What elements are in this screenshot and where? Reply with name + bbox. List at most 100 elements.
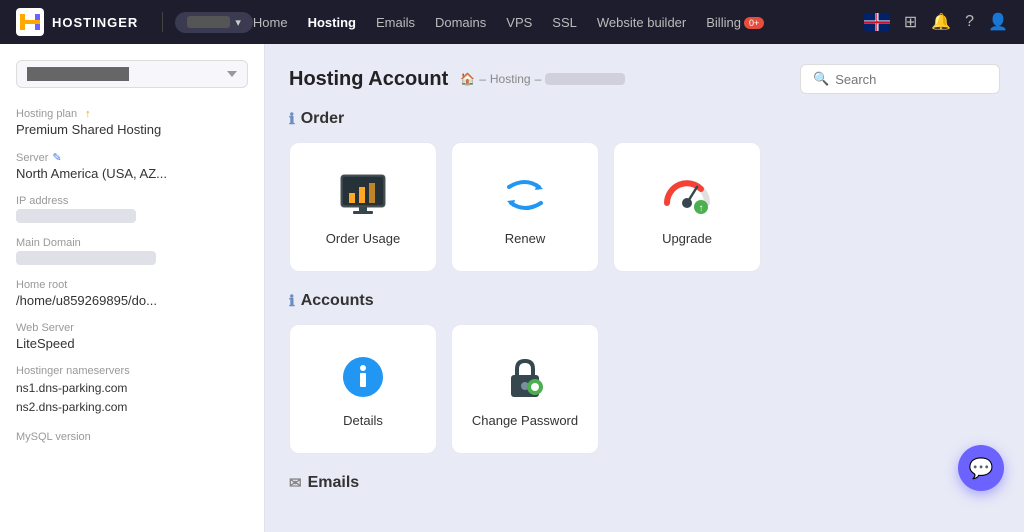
sidebar-field-homeroot: Home root /home/u859269895/do... [16,279,248,308]
details-icon [339,353,387,401]
change-password-label: Change Password [472,413,578,428]
breadcrumb-account [545,73,625,85]
order-usage-card[interactable]: Order Usage [289,142,437,272]
account-pill-text [187,16,230,28]
accounts-cards: Details [289,324,1000,454]
accounts-info-icon: ℹ [289,292,295,310]
dropdown-arrow: ▾ [235,16,241,29]
search-box[interactable]: 🔍 [800,64,1000,94]
renew-label: Renew [505,231,545,246]
hosting-select[interactable]: ████████████ [16,60,248,88]
ip-value [16,209,136,223]
search-icon: 🔍 [813,71,829,87]
accounts-title-text: Accounts [301,292,374,310]
renew-card[interactable]: Renew [451,142,599,272]
mysql-label: MySQL version [16,431,91,443]
breadcrumb: 🏠 – Hosting – [460,72,625,86]
profile-icon[interactable]: 👤 [988,12,1008,32]
sidebar-field-ip: IP address [16,195,248,223]
help-icon[interactable]: ? [965,13,974,31]
order-title-text: Order [301,110,345,128]
sidebar-field-server: Server ✎ North America (USA, AZ... [16,151,248,181]
nameservers-value: ns1.dns-parking.comns2.dns-parking.com [16,379,248,417]
breadcrumb-hosting: Hosting [490,72,531,86]
nav-domains[interactable]: Domains [435,15,486,30]
nav-website-builder[interactable]: Website builder [597,15,686,30]
details-label: Details [343,413,383,428]
page-layout: ████████████ Hosting plan ↑ Premium Shar… [0,44,1024,532]
order-usage-icon-area [337,169,389,221]
main-nav: Home Hosting Emails Domains VPS SSL Webs… [253,15,864,30]
nav-ssl[interactable]: SSL [552,15,577,30]
details-card[interactable]: Details [289,324,437,454]
server-label: Server [16,152,48,164]
sidebar-field-domain: Main Domain [16,237,248,265]
nav-vps[interactable]: VPS [506,15,532,30]
sidebar-field-webserver: Web Server LiteSpeed [16,322,248,351]
nameservers-label: Hostinger nameservers [16,365,130,377]
account-selector[interactable]: ▾ [175,12,253,33]
sidebar: ████████████ Hosting plan ↑ Premium Shar… [0,44,265,532]
change-password-card[interactable]: Change Password [451,324,599,454]
breadcrumb-sep1: – [479,72,486,86]
page-title: Hosting Account [289,68,448,91]
hosting-plan-label: Hosting plan [16,108,77,120]
upgrade-icon: ↑ [661,171,713,219]
domain-value [16,251,156,265]
domain-label: Main Domain [16,237,81,249]
logo[interactable]: HOSTINGER [16,8,138,36]
details-icon-area [337,351,389,403]
search-input[interactable] [835,72,987,87]
homeroot-label: Home root [16,279,67,291]
sidebar-field-hosting-plan: Hosting plan ↑ Premium Shared Hosting [16,108,248,137]
upgrade-card[interactable]: ↑ Upgrade [613,142,761,272]
order-info-icon: ℹ [289,110,295,128]
order-usage-icon [337,173,389,217]
logo-text: HOSTINGER [52,15,138,30]
notification-icon[interactable]: 🔔 [931,12,951,32]
nav-billing[interactable]: Billing0+ [706,15,764,30]
breadcrumb-sep2: – [535,72,542,86]
webserver-value: LiteSpeed [16,336,248,351]
emails-title-text: Emails [308,474,360,492]
sidebar-field-nameservers: Hostinger nameservers ns1.dns-parking.co… [16,365,248,417]
hosting-selector[interactable]: ████████████ [16,60,248,88]
topnav: HOSTINGER ▾ Home Hosting Emails Domains … [0,0,1024,44]
chat-icon: 💬 [969,456,994,481]
hosting-plan-value: Premium Shared Hosting [16,122,248,137]
accounts-section: ℹ Accounts Details [289,292,1000,454]
renew-icon-area [499,169,551,221]
order-section: ℹ Order [289,110,1000,272]
nav-emails[interactable]: Emails [376,15,415,30]
webserver-label: Web Server [16,322,74,334]
header-left: Hosting Account 🏠 – Hosting – [289,68,625,91]
billing-badge: 0+ [744,17,764,29]
nav-home[interactable]: Home [253,15,288,30]
renew-icon [499,173,551,217]
change-password-icon [501,353,549,401]
upgrade-icon[interactable]: ↑ [85,108,91,120]
emails-section-title: ✉ Emails [289,474,1000,492]
server-value: North America (USA, AZ... [16,166,248,181]
order-usage-label: Order Usage [326,231,400,246]
accounts-section-title: ℹ Accounts [289,292,1000,310]
upgrade-icon-area: ↑ [661,169,713,221]
main-content: Hosting Account 🏠 – Hosting – 🔍 ℹ Order [265,44,1024,532]
change-password-icon-area [499,351,551,403]
emails-section: ✉ Emails [289,474,1000,492]
server-edit-icon[interactable]: ✎ [52,151,61,164]
homeroot-value: /home/u859269895/do... [16,293,248,308]
breadcrumb-home-icon: 🏠 [460,72,475,86]
nav-divider [162,12,163,32]
upgrade-label: Upgrade [662,231,712,246]
store-icon[interactable]: ⊞ [904,12,917,32]
logo-icon [16,8,44,36]
sidebar-field-mysql: MySQL version [16,431,248,443]
topnav-right: ⊞ 🔔 ? 👤 [864,12,1008,32]
nav-hosting[interactable]: Hosting [308,15,356,30]
content-header: Hosting Account 🏠 – Hosting – 🔍 [289,64,1000,94]
language-selector[interactable] [864,13,890,31]
chat-button[interactable]: 💬 [958,445,1004,491]
order-section-title: ℹ Order [289,110,1000,128]
ip-label: IP address [16,195,68,207]
